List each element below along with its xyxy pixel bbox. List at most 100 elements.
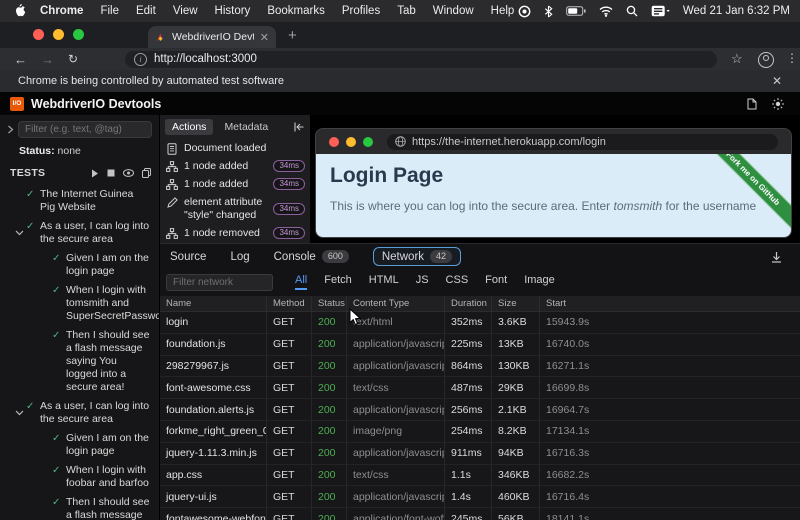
chrome-menu-icon[interactable]: ⋮ — [786, 51, 798, 65]
chevron-down-icon[interactable] — [12, 220, 26, 246]
tab-actions[interactable]: Actions — [165, 119, 213, 135]
battery-icon[interactable] — [566, 6, 586, 16]
profile-avatar-icon[interactable] — [758, 52, 774, 68]
menu-item-file[interactable]: File — [100, 5, 119, 17]
eye-icon[interactable] — [123, 168, 134, 178]
menu-item-chrome[interactable]: Chrome — [40, 5, 83, 17]
tab-network[interactable]: Network42 — [373, 247, 461, 266]
menu-item-edit[interactable]: Edit — [136, 5, 156, 17]
window-close-button[interactable] — [33, 29, 44, 40]
window-zoom-button[interactable] — [73, 29, 84, 40]
menu-item-tab[interactable]: Tab — [397, 5, 416, 17]
filter-tab-html[interactable]: HTML — [369, 274, 399, 290]
automation-infobar: Chrome is being controlled by automated … — [0, 70, 800, 92]
cell-name: font-awesome.css — [160, 377, 267, 398]
filter-tab-js[interactable]: JS — [416, 274, 429, 290]
table-row[interactable]: jquery-ui.jsGET200application/javascript… — [160, 486, 800, 508]
test-tree-item[interactable]: ✓Then I should see a flash message sayin… — [12, 496, 155, 520]
play-icon[interactable] — [91, 168, 99, 178]
table-row[interactable]: foundation.jsGET200application/javascrip… — [160, 334, 800, 356]
network-filter-input[interactable] — [166, 274, 273, 291]
filter-tab-image[interactable]: Image — [524, 274, 555, 290]
copy-icon[interactable] — [142, 168, 151, 178]
menu-item-view[interactable]: View — [173, 5, 198, 17]
filter-tab-all[interactable]: All — [295, 274, 307, 290]
bookmark-star-icon[interactable]: ☆ — [731, 51, 743, 67]
filter-tab-font[interactable]: Font — [485, 274, 507, 290]
browser-tab[interactable]: WebdriverIO Devtools ✕ — [148, 26, 276, 48]
theme-sun-icon[interactable] — [772, 98, 784, 110]
action-item[interactable]: Document loaded — [165, 139, 306, 157]
table-row[interactable]: foundation.alerts.jsGET200application/ja… — [160, 399, 800, 421]
test-tree-item[interactable]: ✓Then I should see a flash message sayin… — [12, 329, 155, 394]
cell-status: 200 — [312, 443, 347, 464]
search-icon[interactable] — [626, 5, 638, 17]
cell-name: fontawesome-webfont.wof... — [160, 508, 267, 520]
test-tree-item[interactable]: ✓As a user, I can log into the secure ar… — [12, 220, 155, 246]
table-row[interactable]: 298279967.jsGET200application/javascript… — [160, 356, 800, 378]
table-row[interactable]: fontawesome-webfont.wof...GET200applicat… — [160, 508, 800, 520]
input-source-icon[interactable] — [651, 5, 670, 17]
action-item[interactable]: 1 node removed34ms — [165, 224, 306, 242]
chevron-down-icon — [38, 284, 52, 323]
test-tree-item[interactable]: ✓When I login with tomsmith and SuperSec… — [12, 284, 155, 323]
report-file-icon[interactable] — [747, 98, 757, 110]
sidebar-collapse-icon[interactable] — [7, 125, 14, 134]
table-row[interactable]: font-awesome.cssGET200text/css487ms29KB1… — [160, 377, 800, 399]
menu-item-profiles[interactable]: Profiles — [342, 5, 380, 17]
cell-name: login — [160, 312, 267, 333]
action-item[interactable]: element attribute "style" changed34ms — [165, 193, 306, 224]
cell-method: GET — [267, 421, 312, 442]
download-icon[interactable] — [771, 251, 790, 263]
wifi-icon[interactable] — [599, 6, 613, 17]
menu-item-bookmarks[interactable]: Bookmarks — [267, 5, 325, 17]
action-item[interactable]: 1 node added34ms — [165, 157, 306, 175]
test-tree-item[interactable]: ✓Given I am on the login page — [12, 252, 155, 278]
menu-item-window[interactable]: Window — [433, 5, 474, 17]
tab-log[interactable]: Log — [230, 251, 249, 263]
menu-item-help[interactable]: Help — [491, 5, 515, 17]
table-row[interactable]: loginGET200text/html352ms3.6KB15943.9s — [160, 312, 800, 334]
window-minimize-button[interactable] — [53, 29, 64, 40]
record-icon[interactable] — [518, 5, 531, 18]
menubar-items: Chrome File Edit View History Bookmarks Profil… — [40, 5, 514, 17]
devtools-panel: Source Log Console600 Network42 All Fetch HTM… — [160, 243, 800, 520]
collapse-panel-icon[interactable] — [293, 122, 305, 132]
apple-logo-icon[interactable] — [14, 4, 26, 18]
cell-status: 200 — [312, 377, 347, 398]
browser-toolbar: ← → ↻ i http://localhost:3000 ☆ ⋮ — [0, 48, 800, 70]
cell-duration: 352ms — [445, 312, 492, 333]
new-tab-button[interactable]: + — [288, 28, 297, 44]
stop-icon[interactable] — [107, 168, 115, 178]
cell-content-type: application/javascript — [347, 443, 445, 464]
site-info-icon[interactable]: i — [134, 53, 147, 66]
forward-icon[interactable]: → — [41, 52, 54, 67]
chevron-down-icon[interactable] — [12, 400, 26, 426]
tab-console[interactable]: Console600 — [274, 250, 349, 263]
cell-status: 200 — [312, 399, 347, 420]
tab-close-icon[interactable]: ✕ — [260, 31, 269, 44]
check-icon: ✓ — [52, 252, 66, 278]
cell-duration: 254ms — [445, 421, 492, 442]
count-badge: 42 — [430, 250, 452, 263]
table-row[interactable]: jquery-1.11.3.min.jsGET200application/ja… — [160, 443, 800, 465]
menu-item-history[interactable]: History — [215, 5, 251, 17]
tests-filter-input[interactable] — [18, 121, 152, 138]
back-icon[interactable]: ← — [14, 52, 27, 67]
tab-metadata[interactable]: Metadata — [217, 119, 275, 135]
test-tree-item[interactable]: ✓The Internet Guinea Pig Website — [12, 188, 155, 214]
test-tree-item[interactable]: ✓As a user, I can log into the secure ar… — [12, 400, 155, 426]
filter-tab-fetch[interactable]: Fetch — [324, 274, 352, 290]
test-tree-item[interactable]: ✓Given I am on the login page — [12, 432, 155, 458]
address-bar[interactable]: i http://localhost:3000 — [125, 51, 717, 68]
infobar-close-icon[interactable]: ✕ — [772, 74, 782, 88]
column-header-size: Size — [492, 296, 540, 311]
action-item[interactable]: 1 node added34ms — [165, 175, 306, 193]
bluetooth-icon[interactable] — [544, 5, 553, 18]
table-row[interactable]: forkme_right_green_0072...GET200image/pn… — [160, 421, 800, 443]
table-row[interactable]: app.cssGET200text/css1.1s346KB16682.2s — [160, 465, 800, 487]
filter-tab-css[interactable]: CSS — [446, 274, 469, 290]
test-tree-item[interactable]: ✓When I login with foobar and barfoo — [12, 464, 155, 490]
tab-source[interactable]: Source — [170, 251, 206, 263]
reload-icon[interactable]: ↻ — [68, 52, 78, 66]
